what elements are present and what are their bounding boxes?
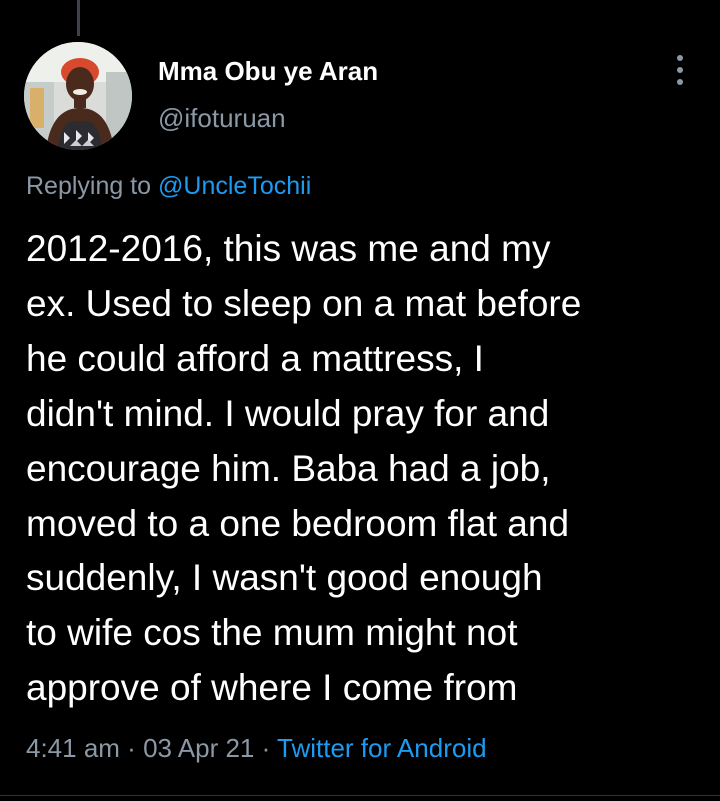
profile-photo — [24, 42, 132, 150]
meta-separator: · — [254, 733, 278, 763]
tweet-text-line: encourage him. Baba had a job, — [26, 447, 551, 489]
tweet-text-line: suddenly, I wasn't good enough — [26, 557, 543, 599]
more-options-button[interactable] — [662, 55, 698, 85]
tweet-time[interactable]: 4:41 am — [26, 733, 120, 763]
tweet-text-line: to wife cos the mum might not — [26, 612, 518, 654]
tweet-text-line: didn't mind. I would pray for and — [26, 392, 550, 434]
tweet-metadata: 4:41 am · 03 Apr 21 · Twitter for Androi… — [26, 733, 487, 764]
tweet-text-line: he could afford a mattress, I — [26, 337, 484, 379]
tweet-text-line: 2012-2016, this was me and my — [26, 228, 551, 269]
more-vertical-icon-dot — [677, 79, 683, 85]
meta-separator: · — [119, 733, 144, 763]
replying-to-mention[interactable]: @UncleTochii — [158, 172, 311, 200]
tweet-text-line: approve of where I come from — [26, 667, 518, 709]
more-vertical-icon-dot — [677, 67, 683, 73]
author-handle[interactable]: @ifoturuan — [158, 103, 286, 134]
tweet-date[interactable]: 03 Apr 21 — [143, 733, 254, 763]
replying-to-line: Replying to @UncleTochii — [26, 172, 311, 201]
tweet-text-line: moved to a one bedroom flat and — [26, 502, 570, 544]
tweet-text: 2012-2016, this was me and my ex. Used t… — [26, 222, 696, 716]
avatar[interactable] — [24, 42, 132, 150]
tweet-text-line: ex. Used to sleep on a mat before — [26, 282, 582, 324]
divider — [0, 795, 720, 796]
author-display-name[interactable]: Mma Obu ye Aran — [158, 56, 378, 87]
tweet-source-link[interactable]: Twitter for Android — [277, 733, 487, 763]
thread-connector-line — [77, 0, 80, 36]
replying-to-label: Replying to — [26, 172, 159, 200]
more-vertical-icon — [677, 55, 683, 61]
